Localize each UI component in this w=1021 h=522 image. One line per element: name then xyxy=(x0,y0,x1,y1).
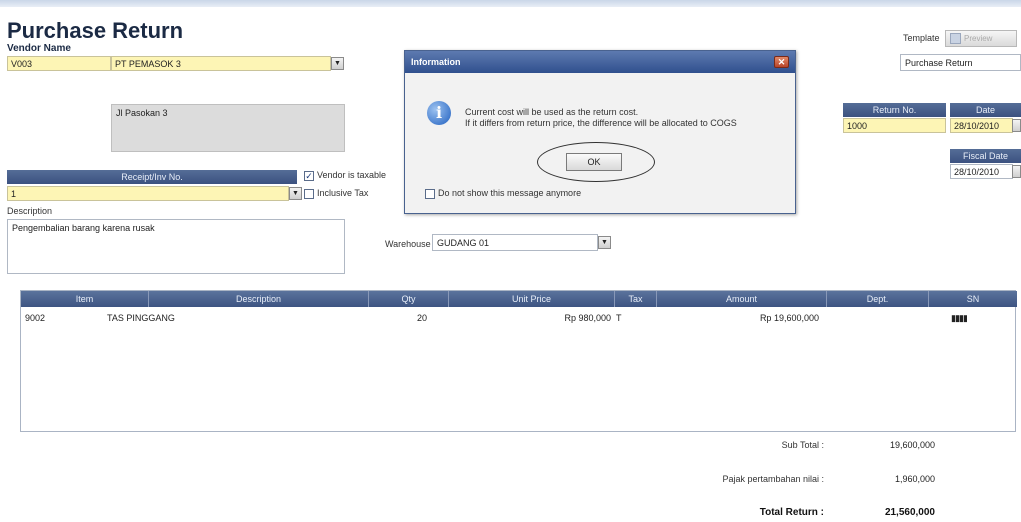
column-header-tax[interactable]: Tax xyxy=(615,291,657,307)
fiscal-date-field[interactable]: 28/10/2010 xyxy=(950,164,1013,179)
column-header-item[interactable]: Item xyxy=(21,291,149,307)
template-field[interactable]: Purchase Return xyxy=(900,54,1021,71)
subtotal-value: 19,600,000 xyxy=(889,440,935,450)
window-top-strip xyxy=(0,0,1021,7)
total-return-label: Total Return : xyxy=(759,507,824,518)
fiscal-date-header: Fiscal Date xyxy=(950,149,1021,163)
warehouse-text: GUDANG 01 xyxy=(437,238,490,248)
preview-button[interactable]: Preview xyxy=(945,30,1017,47)
cell-unit-price: Rp 980,000 xyxy=(564,313,611,323)
vendor-address-box: Jl Pasokan 3 xyxy=(111,104,345,152)
column-header-description[interactable]: Description xyxy=(149,291,369,307)
vendor-code-field[interactable]: V003 xyxy=(7,56,111,71)
date-field[interactable]: 28/10/2010 xyxy=(950,118,1013,133)
total-return-value: 21,560,000 xyxy=(884,507,935,518)
column-header-unit-price[interactable]: Unit Price xyxy=(449,291,615,307)
cell-sn-barcode-icon[interactable]: ▮▮▮▮ xyxy=(951,313,968,324)
description-field[interactable]: Pengembalian barang karena rusak xyxy=(7,219,345,274)
dont-show-label: Do not show this message anymore xyxy=(438,188,582,198)
inclusive-tax-checkbox[interactable] xyxy=(304,189,314,199)
info-icon: i xyxy=(427,101,451,125)
template-text: Purchase Return xyxy=(905,58,973,68)
date-calendar-icon[interactable] xyxy=(1012,119,1021,132)
warehouse-dropdown-chevron-down-icon[interactable]: ▼ xyxy=(598,236,611,249)
cell-item: 9002 xyxy=(25,313,46,323)
warehouse-field[interactable]: GUDANG 01 xyxy=(432,234,598,251)
cell-amount: Rp 19,600,000 xyxy=(759,313,819,323)
receipt-inv-field[interactable]: 1 xyxy=(7,186,289,201)
column-header-amount[interactable]: Amount xyxy=(657,291,827,307)
column-header-dept[interactable]: Dept. xyxy=(827,291,929,307)
cell-description: TAS PINGGANG xyxy=(107,313,175,323)
vendor-dropdown-chevron-down-icon[interactable]: ▼ xyxy=(331,57,344,70)
preview-button-label: Preview xyxy=(964,34,993,43)
items-grid[interactable]: Item Description Qty Unit Price Tax Amou… xyxy=(20,290,1017,432)
vendor-taxable-checkbox[interactable]: ✓ xyxy=(304,171,314,181)
vat-label: Pajak pertambahan nilai : xyxy=(722,474,824,484)
vendor-address-text: Jl Pasokan 3 xyxy=(116,108,168,118)
receipt-dropdown-chevron-down-icon[interactable]: ▼ xyxy=(289,187,302,200)
template-label: Template xyxy=(903,33,940,43)
subtotal-label: Sub Total : xyxy=(781,440,824,450)
cell-tax: T xyxy=(616,313,622,323)
column-header-qty[interactable]: Qty xyxy=(369,291,449,307)
information-dialog: Information ✕ i Current cost will be use… xyxy=(404,50,796,214)
vendor-taxable-label: Vendor is taxable xyxy=(317,170,387,180)
return-no-header: Return No. xyxy=(843,103,946,117)
vat-value: 1,960,000 xyxy=(894,474,935,484)
column-header-sn[interactable]: SN xyxy=(929,291,1017,307)
dialog-message-line2: If it differs from return price, the dif… xyxy=(465,118,737,128)
description-label: Description xyxy=(7,206,53,216)
receipt-inv-header: Receipt/Inv No. xyxy=(7,170,297,184)
dialog-title: Information xyxy=(405,51,795,73)
cell-qty: 20 xyxy=(416,313,427,323)
preview-icon xyxy=(950,33,961,44)
warehouse-label: Warehouse xyxy=(385,239,431,249)
dont-show-checkbox[interactable] xyxy=(425,189,435,199)
vendor-name-field[interactable]: PT PEMASOK 3 xyxy=(111,56,331,71)
close-icon[interactable]: ✕ xyxy=(774,56,789,68)
vendor-name-label: Vendor Name xyxy=(7,43,71,54)
return-no-field[interactable]: 1000 xyxy=(843,118,946,133)
fiscal-date-calendar-icon[interactable] xyxy=(1012,165,1021,178)
inclusive-tax-label: Inclusive Tax xyxy=(317,188,369,198)
dialog-message-line1: Current cost will be used as the return … xyxy=(465,107,639,117)
description-text: Pengembalian barang karena rusak xyxy=(12,223,155,233)
page-title: Purchase Return xyxy=(7,18,184,43)
ok-button[interactable]: OK xyxy=(566,153,622,171)
date-header: Date xyxy=(950,103,1021,117)
